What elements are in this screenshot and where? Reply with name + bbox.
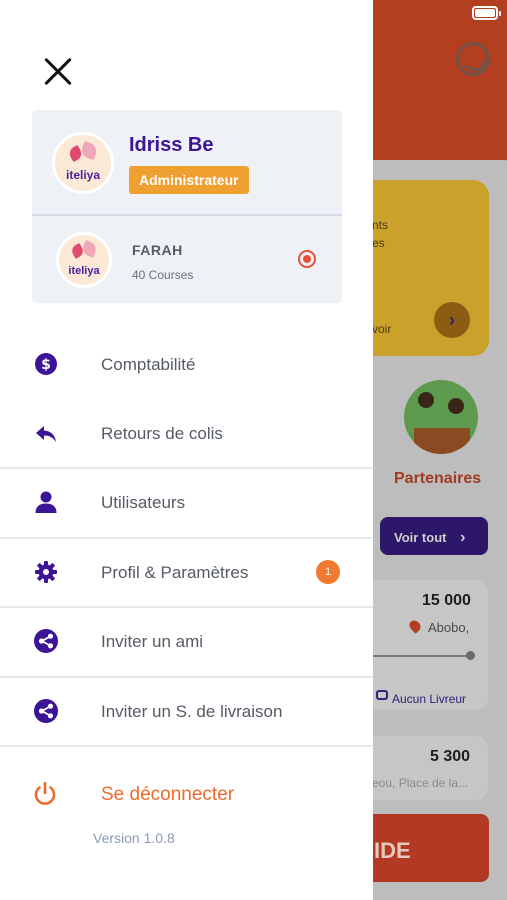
logo-text: iteliya <box>65 168 101 182</box>
menu-item-label: Inviter un ami <box>101 632 204 651</box>
menu-item-retours-de-colis[interactable]: Retours de colis <box>0 399 373 468</box>
menu-item-comptabilite[interactable]: $ Comptabilité <box>0 330 373 399</box>
share-icon <box>34 629 58 653</box>
user-icon <box>35 491 57 513</box>
notification-badge: 1 <box>316 560 340 584</box>
whatsapp-icon[interactable] <box>456 42 490 76</box>
app-version: Version 1.0.8 <box>93 830 175 846</box>
chevron-right-icon: › <box>460 529 466 546</box>
menu-item-label: Inviter un S. de livraison <box>101 702 283 721</box>
close-icon[interactable] <box>38 52 78 92</box>
navigation-drawer: iteliya Idriss Be Administrateur iteliya… <box>0 0 373 900</box>
dollar-icon: $ <box>35 353 57 375</box>
gear-icon <box>35 561 57 583</box>
promo-link-text: voir <box>372 322 392 336</box>
order-address: eou, Place de la... <box>372 776 469 790</box>
primary-action-label: IDE <box>374 838 411 863</box>
bird-logo-icon <box>72 242 96 259</box>
company-logo: iteliya <box>52 132 114 194</box>
account-switcher: iteliya Idriss Be Administrateur iteliya… <box>32 110 342 303</box>
account-radio-selected[interactable] <box>298 250 316 268</box>
menu-item-label: Comptabilité <box>101 355 196 374</box>
order-amount: 15 000 <box>422 592 471 609</box>
role-badge: Administrateur <box>129 166 249 194</box>
menu-item-inviter-livraison[interactable]: Inviter un S. de livraison <box>0 677 373 746</box>
menu-item-profil-parametres[interactable]: Profil & Paramètres 1 <box>0 538 373 607</box>
order-progress-dot <box>466 651 475 660</box>
see-all-button[interactable]: Voir tout › <box>380 517 488 555</box>
menu-item-label: Utilisateurs <box>101 493 186 512</box>
menu-item-utilisateurs[interactable]: Utilisateurs <box>0 468 373 537</box>
order-courier: Aucun Livreur <box>392 692 467 706</box>
menu-item-inviter-ami[interactable]: Inviter un ami <box>0 607 373 676</box>
battery-icon <box>472 6 501 20</box>
account-courses-count: 40 Courses <box>132 268 194 282</box>
share-icon <box>34 699 58 723</box>
logout-label: Se déconnecter <box>101 784 235 805</box>
power-icon <box>34 781 56 805</box>
order-amount: 5 300 <box>430 748 471 765</box>
promo-text-2: es <box>372 236 385 250</box>
svg-text:$: $ <box>41 357 51 373</box>
order-place: Abobo, <box>410 620 469 635</box>
divider <box>32 214 342 216</box>
menu-item-label: Profil & Paramètres <box>101 563 249 582</box>
order-progress-track <box>372 655 472 657</box>
company-logo: iteliya <box>56 232 112 288</box>
promo-arrow-button[interactable]: › <box>434 302 470 338</box>
reply-icon <box>36 426 56 442</box>
menu-item-label: Retours de colis <box>101 424 223 443</box>
order-place-text: Abobo, <box>428 620 470 635</box>
logo-text: iteliya <box>68 265 100 277</box>
promo-text-1: nts <box>372 218 389 232</box>
logout-button[interactable]: Se déconnecter <box>0 765 373 825</box>
partners-label: Partenaires <box>394 470 482 487</box>
bird-logo-icon <box>70 143 97 162</box>
divider <box>0 745 373 747</box>
partner-image[interactable] <box>404 380 478 454</box>
account-name: FARAH <box>132 242 183 258</box>
see-all-label: Voir tout <box>394 530 447 545</box>
motorbike-icon <box>376 690 388 700</box>
user-name: Idriss Be <box>129 134 214 156</box>
